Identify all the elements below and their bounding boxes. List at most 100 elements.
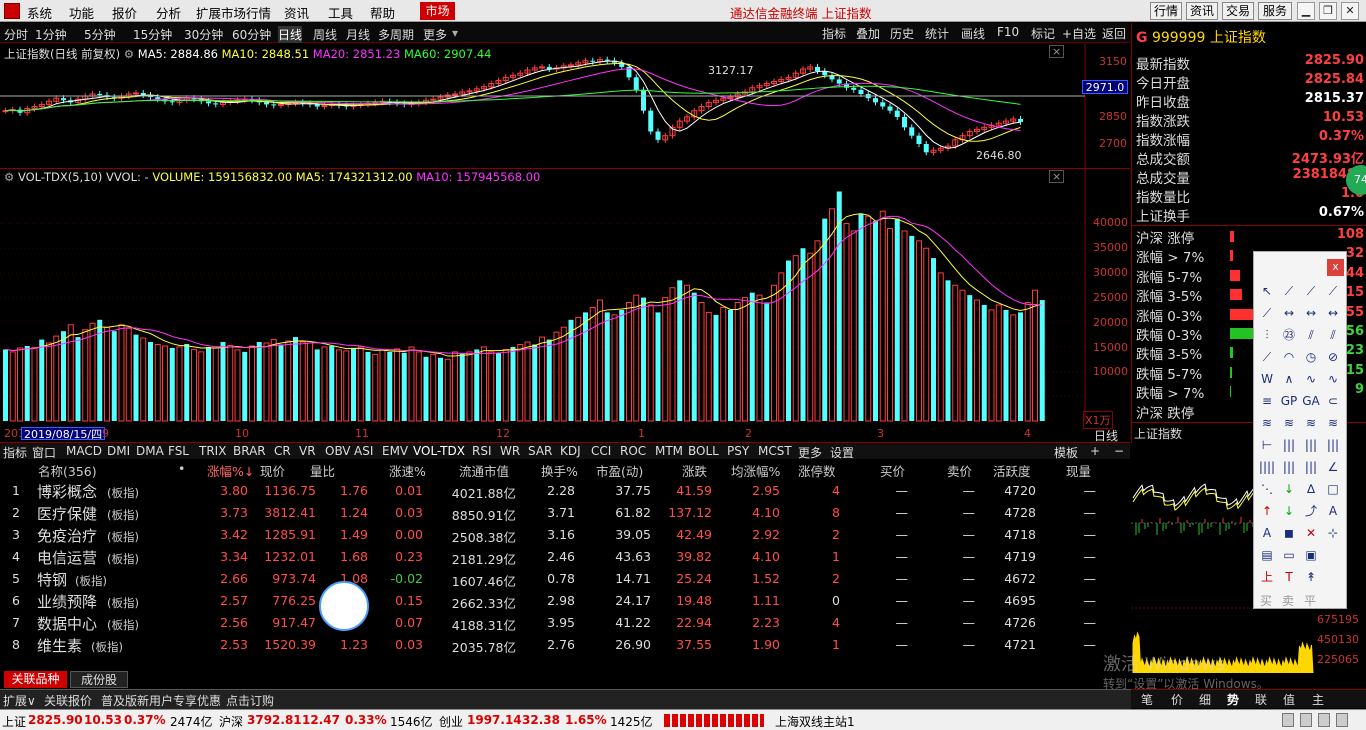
menu-quote[interactable]: 报价 bbox=[112, 3, 137, 22]
indicator-tab[interactable]: PSY bbox=[727, 444, 749, 458]
mini-tab[interactable]: 联 bbox=[1255, 691, 1267, 708]
toolbar-mark[interactable]: 标记 bbox=[1031, 25, 1055, 42]
indicator-tab[interactable]: EMV bbox=[382, 444, 408, 458]
news-button[interactable]: 资讯 bbox=[1186, 2, 1218, 20]
drawing-tool-icon[interactable]: T bbox=[1280, 568, 1298, 586]
status-settings-icon[interactable] bbox=[1336, 713, 1348, 727]
indicator-tab[interactable]: KDJ bbox=[560, 444, 581, 458]
table-row[interactable]: 3 免疫治疗 (板指) 3.42 1285.91 1.49 0.00 2508.38亿 3.16… bbox=[0, 524, 1130, 546]
drawing-tool-icon[interactable]: ⟋ bbox=[1280, 282, 1298, 300]
kline-chart[interactable] bbox=[0, 44, 1130, 169]
column-header[interactable]: 买价 bbox=[880, 461, 905, 480]
indicator-tab[interactable]: BOLL bbox=[688, 444, 719, 458]
drawing-tool-icon[interactable]: ↔ bbox=[1280, 304, 1298, 322]
column-header[interactable]: 名称(356) bbox=[38, 461, 97, 480]
hs-index-name[interactable]: 沪深 bbox=[219, 713, 243, 730]
table-row[interactable]: 1 博彩概念 (板指) 3.80 1136.75 1.76 0.01 4021.88亿 2.28… bbox=[0, 480, 1130, 502]
sh-index-name[interactable]: 上证 bbox=[2, 713, 26, 730]
drawing-tool-icon[interactable]: ㉓ bbox=[1280, 326, 1298, 344]
indicator-tab[interactable]: CCI bbox=[591, 444, 611, 458]
period-5min[interactable]: 5分钟 bbox=[84, 26, 116, 43]
drawing-tool-icon[interactable]: ▭ bbox=[1280, 546, 1298, 564]
table-row[interactable]: 2 医疗保健 (板指) 3.73 3812.41 1.24 0.03 8850.91亿 3.71… bbox=[0, 502, 1130, 524]
indicator-tab[interactable]: BRAR bbox=[233, 444, 266, 458]
column-header[interactable]: 流通市值 bbox=[459, 461, 509, 480]
period-30min[interactable]: 30分钟 bbox=[184, 26, 223, 43]
drawing-tool-icon[interactable]: GA bbox=[1302, 392, 1320, 410]
drawing-tool-icon[interactable]: ⫶ bbox=[1258, 326, 1276, 344]
kline-close-icon[interactable]: × bbox=[1049, 45, 1065, 58]
mini-tab[interactable]: 细 bbox=[1199, 691, 1211, 708]
drawing-tool-icon[interactable]: ∿ bbox=[1302, 370, 1320, 388]
related-quotes-button[interactable]: 关联报价 bbox=[44, 692, 92, 709]
mini-tab[interactable]: 主 bbox=[1312, 691, 1324, 708]
drawing-tool-icon[interactable]: ≡ bbox=[1258, 392, 1276, 410]
table-row[interactable]: 4 电信运营 (板指) 3.34 1232.01 1.68 0.23 2181.29亿 2.46… bbox=[0, 546, 1130, 568]
drawing-tool-icon[interactable]: ∆ bbox=[1302, 480, 1320, 498]
indicator-tab[interactable]: VR bbox=[299, 444, 316, 458]
column-header[interactable]: 卖价 bbox=[947, 461, 972, 480]
indicator-tab[interactable]: DMI bbox=[107, 444, 130, 458]
indicator-tab[interactable]: 设置 bbox=[830, 444, 854, 461]
period-15min[interactable]: 15分钟 bbox=[133, 26, 172, 43]
drawing-tool-icon[interactable]: ∧ bbox=[1280, 370, 1298, 388]
drawing-tool-icon[interactable]: □ bbox=[1324, 480, 1342, 498]
drawing-tool-icon[interactable]: ↑ bbox=[1258, 502, 1276, 520]
drawing-tool-icon[interactable]: ⟋ bbox=[1258, 304, 1276, 322]
drawing-tool-icon[interactable]: ≋ bbox=[1258, 414, 1276, 432]
drawing-tool-icon[interactable]: ||| bbox=[1324, 436, 1342, 454]
mini-tab[interactable]: 值 bbox=[1283, 691, 1295, 708]
add-indicator-icon[interactable]: + bbox=[1090, 444, 1100, 458]
indicator-tab[interactable]: ASI bbox=[354, 444, 373, 458]
tool-buy[interactable]: 买 bbox=[1260, 592, 1272, 609]
column-header[interactable]: 涨速% bbox=[389, 461, 426, 480]
cy-index-name[interactable]: 创业 bbox=[439, 713, 463, 730]
quotes-button[interactable]: 行情 bbox=[1150, 2, 1182, 20]
drawing-tool-icon[interactable]: ↔ bbox=[1324, 304, 1342, 322]
close-icon[interactable]: ✕ bbox=[1341, 2, 1359, 20]
menu-function[interactable]: 功能 bbox=[69, 3, 94, 22]
drawing-tool-icon[interactable]: ↓ bbox=[1280, 502, 1298, 520]
indicator-tab[interactable]: 窗口 bbox=[32, 444, 56, 461]
toolbar-add-watch[interactable]: +自选 bbox=[1062, 25, 1096, 42]
market-button[interactable]: 市场 bbox=[420, 2, 455, 20]
drawing-tool-icon[interactable]: ◼ bbox=[1280, 524, 1298, 542]
mini-tab[interactable]: 笔 bbox=[1141, 691, 1153, 708]
indicator-tab[interactable]: FSL bbox=[168, 444, 189, 458]
volume-chart[interactable] bbox=[0, 169, 1130, 427]
components-tab[interactable]: 成份股 bbox=[70, 671, 128, 688]
drawing-tool-icon[interactable]: ⊢ bbox=[1258, 436, 1276, 454]
drawing-tool-icon[interactable]: ◷ bbox=[1302, 348, 1320, 366]
menu-analysis[interactable]: 分析 bbox=[156, 3, 181, 22]
status-lock-icon[interactable] bbox=[1282, 713, 1294, 727]
drawing-tool-icon[interactable]: ▤ bbox=[1258, 546, 1276, 564]
drawing-tool-icon[interactable]: ∿ bbox=[1324, 370, 1342, 388]
indicator-tab[interactable]: TRIX bbox=[199, 444, 226, 458]
period-more-dropdown-icon[interactable]: ▾ bbox=[452, 26, 458, 40]
drawing-tool-icon[interactable]: ||| bbox=[1280, 458, 1298, 476]
drawing-tool-icon[interactable]: A bbox=[1324, 502, 1342, 520]
indicator-tab[interactable]: 指标 bbox=[3, 444, 27, 461]
indicator-tab[interactable]: CR bbox=[274, 444, 291, 458]
indicator-tab[interactable]: RSI bbox=[472, 444, 492, 458]
drawing-tool-icon[interactable]: ⟋ bbox=[1258, 348, 1276, 366]
toolbar-back[interactable]: 返回 bbox=[1102, 25, 1126, 42]
minimize-icon[interactable]: ▁ bbox=[1297, 2, 1315, 20]
drawing-tool-icon[interactable]: ⫽ bbox=[1302, 326, 1320, 344]
drawing-tool-icon[interactable]: ▣ bbox=[1302, 546, 1320, 564]
indicator-tab[interactable]: MCST bbox=[758, 444, 792, 458]
toolbar-indicator[interactable]: 指标 bbox=[822, 25, 846, 42]
drawing-tool-icon[interactable]: ↔ bbox=[1302, 304, 1320, 322]
drawing-tool-icon[interactable]: ✕ bbox=[1302, 524, 1320, 542]
restore-icon[interactable]: ❐ bbox=[1319, 2, 1337, 20]
period-timeshare[interactable]: 分时 bbox=[4, 26, 28, 43]
drawing-tool-icon[interactable]: ∠ bbox=[1324, 458, 1342, 476]
related-tab[interactable]: 关联品种 bbox=[4, 671, 67, 688]
indicator-tab[interactable]: DMA bbox=[136, 444, 164, 458]
remove-indicator-icon[interactable]: − bbox=[1114, 444, 1124, 458]
period-1min[interactable]: 1分钟 bbox=[35, 26, 67, 43]
drawing-tool-icon[interactable]: ◠ bbox=[1280, 348, 1298, 366]
column-header[interactable]: 市盈(动) bbox=[596, 461, 643, 480]
period-60min[interactable]: 60分钟 bbox=[232, 26, 271, 43]
mini-tab[interactable]: 价 bbox=[1171, 691, 1183, 708]
